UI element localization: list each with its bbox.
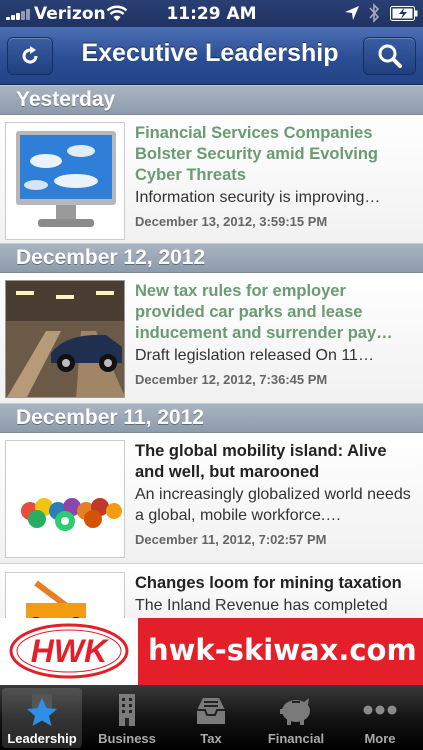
star-icon — [27, 694, 57, 726]
article-title: New tax rules for employer provided car … — [135, 282, 393, 342]
page-title: Executive Leadership — [81, 39, 339, 67]
article-title: Financial Services Companies Bolster Sec… — [135, 124, 378, 184]
ad-banner[interactable]: HWK hwk-skiwax.com — [0, 618, 423, 685]
bluetooth-icon — [369, 3, 380, 23]
article-row[interactable]: Financial Services Companies Bolster Sec… — [0, 115, 423, 245]
article-thumbnail — [5, 280, 125, 398]
battery-icon — [390, 6, 418, 21]
article-row[interactable]: New tax rules for employer provided car … — [0, 273, 423, 404]
article-row[interactable]: The global mobility island: Alive and we… — [0, 433, 423, 564]
article-date: December 13, 2012, 3:59:15 PM — [135, 214, 328, 229]
ad-logo-text: HWK — [31, 633, 110, 669]
tab-label: More — [364, 731, 396, 746]
article-text: New tax rules for employer provided car … — [135, 281, 415, 387]
article-date: December 11, 2012, 7:02:57 PM — [135, 532, 327, 547]
inbox-tray-icon — [197, 698, 225, 724]
hwk-logo-icon: HWK — [9, 623, 129, 679]
article-thumbnail — [5, 440, 125, 558]
tab-tax[interactable]: Tax — [171, 688, 251, 748]
article-text: Financial Services Companies Bolster Sec… — [135, 123, 415, 229]
article-title: Changes loom for mining taxation — [135, 574, 402, 592]
tab-bar: Leadership Business Tax Financial More — [0, 685, 423, 750]
tab-label: Business — [98, 731, 156, 746]
article-row[interactable]: Changes loom for mining taxation The Inl… — [0, 565, 423, 690]
article-summary: An increasingly globalized world needs a… — [135, 486, 411, 524]
article-summary: Information security is improving… — [135, 189, 381, 206]
tab-financial[interactable]: Financial — [256, 688, 336, 748]
ad-text: hwk-skiwax.com — [148, 633, 417, 667]
navigation-bar: Executive Leadership — [0, 27, 423, 85]
refresh-icon — [22, 46, 38, 64]
ad-logo: HWK — [0, 618, 138, 685]
refresh-button[interactable] — [7, 37, 53, 75]
tab-business[interactable]: Business — [87, 688, 167, 748]
article-summary: The Inland Revenue has completed — [135, 597, 388, 614]
section-header: December 12, 2012 — [0, 243, 423, 273]
tab-label: Financial — [267, 731, 325, 746]
search-icon — [378, 44, 402, 68]
tab-label: Tax — [200, 731, 222, 746]
article-text: The global mobility island: Alive and we… — [135, 441, 415, 547]
section-header: December 11, 2012 — [0, 403, 423, 433]
status-bar: Verizon 11:29 AM — [0, 0, 423, 27]
section-header: Yesterday — [0, 85, 423, 115]
article-date: December 12, 2012, 7:36:45 PM — [135, 372, 328, 387]
article-text: Changes loom for mining taxation The Inl… — [135, 573, 415, 616]
article-thumbnail — [5, 122, 125, 240]
article-summary: Draft legislation released On 11… — [135, 347, 374, 364]
tab-leadership[interactable]: Leadership — [2, 688, 82, 748]
piggy-bank-icon — [280, 698, 310, 725]
location-arrow-icon — [345, 6, 359, 20]
search-button[interactable] — [363, 37, 416, 75]
more-dots-icon — [363, 705, 397, 715]
tab-label: Leadership — [7, 731, 77, 746]
tab-more[interactable]: More — [340, 688, 420, 748]
article-title: The global mobility island: Alive and we… — [135, 442, 387, 481]
building-icon — [119, 694, 135, 726]
